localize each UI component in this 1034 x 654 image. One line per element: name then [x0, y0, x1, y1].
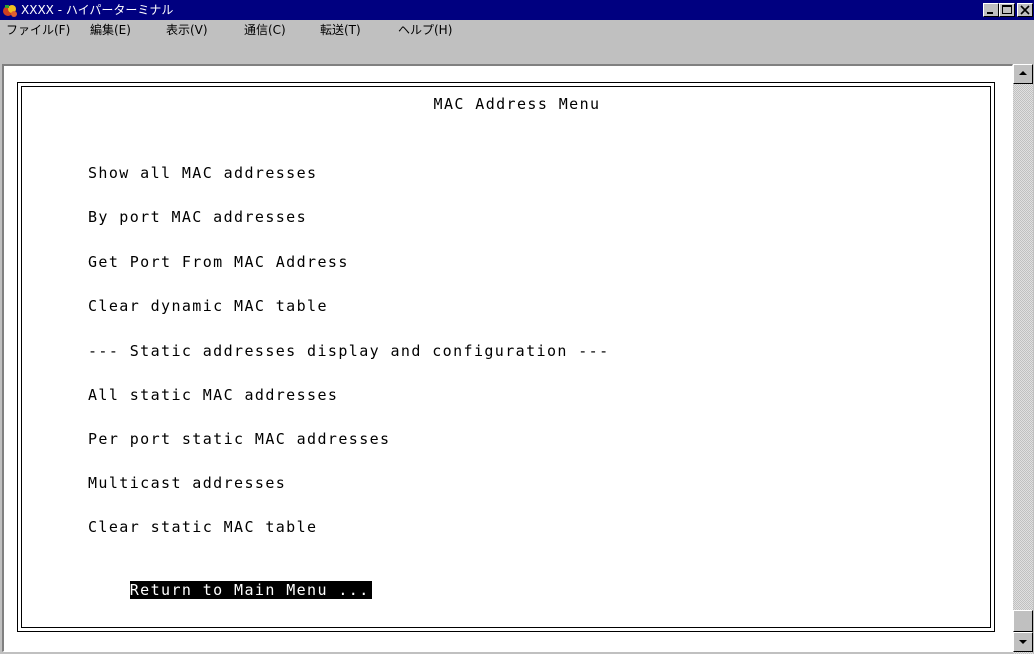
window-title: XXXX - ハイパーターミナル — [21, 3, 174, 17]
menu-option-by-port-mac[interactable]: By port MAC addresses — [88, 208, 307, 226]
close-icon — [1020, 5, 1030, 15]
minimize-icon — [987, 12, 993, 14]
menu-option-get-port-from-mac[interactable]: Get Port From MAC Address — [88, 253, 349, 271]
toolbar-area — [0, 40, 1034, 64]
menu-communication[interactable]: 通信(C) — [244, 22, 286, 38]
menu-option-return-main[interactable]: Return to Main Menu ... — [88, 563, 372, 617]
menu-option-clear-static-mac[interactable]: Clear static MAC table — [88, 518, 317, 536]
maximize-button[interactable] — [999, 3, 1015, 17]
arrow-down-icon — [1019, 640, 1027, 644]
minimize-button[interactable] — [983, 3, 999, 17]
menu-help[interactable]: ヘルプ(H) — [398, 22, 452, 38]
menu-file[interactable]: ファイル(F) — [6, 22, 70, 38]
menu-option-all-static-mac[interactable]: All static MAC addresses — [88, 386, 338, 404]
hyperterminal-icon[interactable] — [2, 2, 18, 18]
menu-option-show-all-mac[interactable]: Show all MAC addresses — [88, 164, 317, 182]
section-separator-static: --- Static addresses display and configu… — [88, 342, 610, 360]
menu-option-per-port-static-mac[interactable]: Per port static MAC addresses — [88, 430, 391, 448]
scroll-thumb[interactable] — [1013, 610, 1033, 632]
close-button[interactable] — [1017, 3, 1033, 17]
maximize-icon — [1002, 5, 1012, 14]
menu-transfer[interactable]: 転送(T) — [320, 22, 361, 38]
menu-option-clear-dynamic-mac[interactable]: Clear dynamic MAC table — [88, 297, 328, 315]
menu-title: MAC Address Menu — [433, 95, 601, 113]
scroll-up-button[interactable] — [1013, 64, 1033, 84]
menu-edit[interactable]: 編集(E) — [90, 22, 131, 38]
arrow-up-icon — [1019, 71, 1027, 75]
selected-menu-option[interactable]: Return to Main Menu ... — [129, 581, 372, 599]
hyperterminal-window: XXXX - ハイパーターミナル ファイル(F) 編集(E) 表示(V) 通信(… — [0, 0, 1034, 654]
title-bar[interactable]: XXXX - ハイパーターミナル — [0, 0, 1034, 20]
vertical-scrollbar[interactable] — [1013, 64, 1033, 654]
menu-bar: ファイル(F) 編集(E) 表示(V) 通信(C) 転送(T) ヘルプ(H) — [0, 20, 1034, 40]
scroll-down-button[interactable] — [1013, 632, 1033, 652]
menu-view[interactable]: 表示(V) — [166, 22, 208, 38]
menu-option-multicast[interactable]: Multicast addresses — [88, 474, 286, 492]
